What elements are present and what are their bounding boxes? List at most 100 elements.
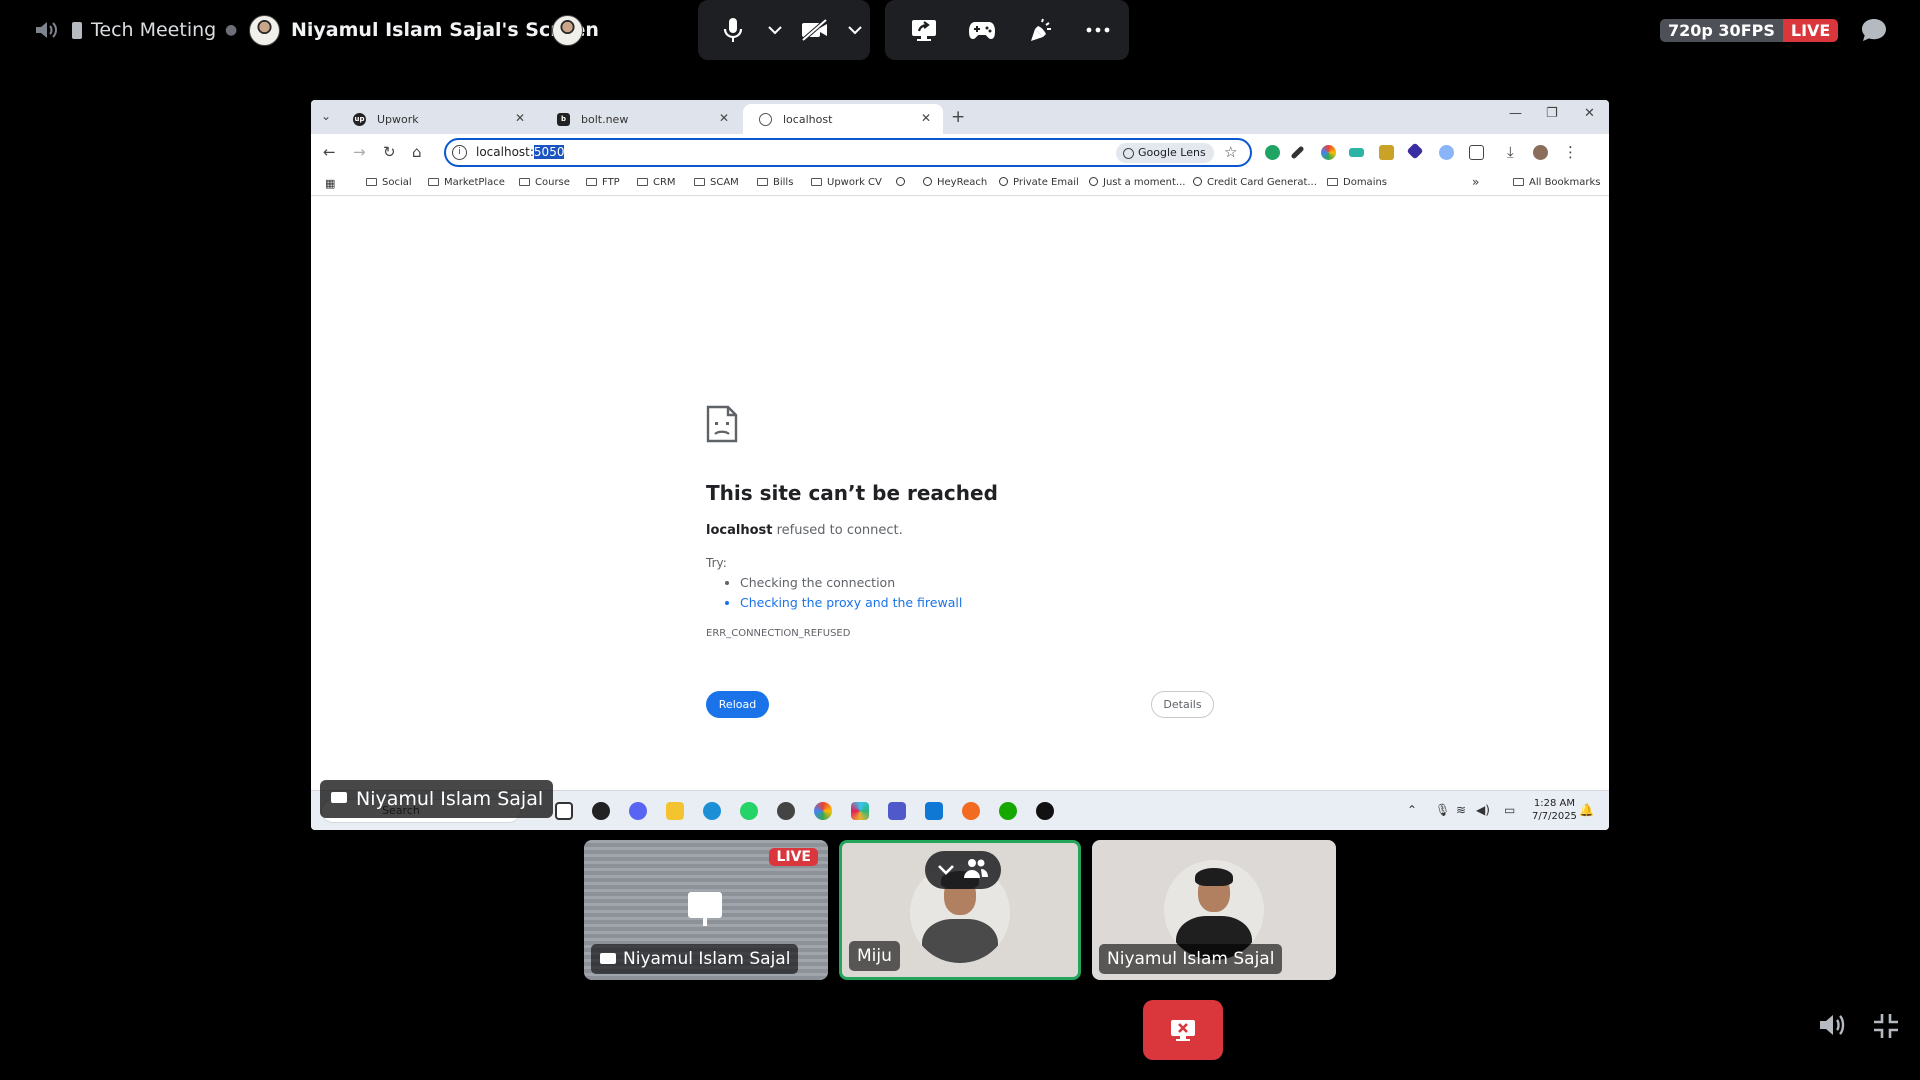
details-button[interactable]: Details <box>1151 691 1214 718</box>
tab-bolt[interactable]: b bolt.new ✕ <box>541 104 741 134</box>
app-green-icon[interactable] <box>999 802 1017 820</box>
tray-chevron-icon[interactable]: ⌃ <box>1407 803 1417 817</box>
url-text[interactable]: localhost:5050 <box>476 145 565 159</box>
chatgpt-icon[interactable] <box>777 802 795 820</box>
google-lens-button[interactable]: Google Lens <box>1116 143 1214 163</box>
restore-icon[interactable]: ❐ <box>1546 106 1558 121</box>
bookmark-crm[interactable]: CRM <box>637 177 676 188</box>
people-icon[interactable] <box>963 857 989 883</box>
app-icon-1[interactable] <box>592 802 610 820</box>
leave-call-button[interactable] <box>1143 1000 1223 1060</box>
participant-name: Niyamul Islam Sajal <box>623 949 791 969</box>
notification-bell-icon[interactable]: 🔔 <box>1579 803 1594 817</box>
output-volume-icon[interactable] <box>1818 1012 1848 1042</box>
minimize-icon[interactable]: — <box>1509 106 1522 121</box>
volume-tray-icon[interactable]: ◀) <box>1476 803 1490 817</box>
edge-icon[interactable] <box>703 802 721 820</box>
reload-button[interactable]: Reload <box>706 691 769 718</box>
microphone-button[interactable] <box>704 6 762 54</box>
viewer-avatar[interactable] <box>552 0 583 60</box>
address-bar[interactable]: i localhost:5050 Google Lens ☆ <box>444 138 1252 167</box>
bookmark-social[interactable]: Social <box>366 177 412 188</box>
bookmark-just-a-moment[interactable]: Just a moment... <box>1089 177 1185 188</box>
camera-off-icon <box>801 18 828 42</box>
bookmark-marketplace[interactable]: MarketPlace <box>428 177 505 188</box>
color-picker-icon[interactable] <box>1321 145 1336 160</box>
participant-tile-stream[interactable]: LIVE Niyamul Islam Sajal <box>584 840 828 980</box>
extensions-puzzle-icon[interactable] <box>1469 145 1484 160</box>
reload-icon[interactable]: ↻ <box>383 143 396 161</box>
user-avatar[interactable] <box>249 0 280 60</box>
bookmark-heyreach[interactable]: HeyReach <box>923 177 987 188</box>
forward-arrow-icon[interactable]: → <box>353 143 366 161</box>
eyedropper-icon[interactable] <box>1290 145 1305 160</box>
chat-bubble-icon[interactable] <box>1860 0 1888 60</box>
app-orange-icon[interactable] <box>962 802 980 820</box>
menu-kebab-icon[interactable]: ⋮ <box>1563 143 1578 161</box>
microphone-tray-icon[interactable]: 🎙 <box>1435 803 1450 817</box>
whatsapp-icon[interactable] <box>740 802 758 820</box>
participant-tile-miju[interactable]: Miju <box>839 840 1081 980</box>
voice-channel-speaker-icon[interactable] <box>34 0 58 60</box>
globe-icon <box>999 177 1008 186</box>
more-options-button[interactable] <box>1069 6 1127 54</box>
outlook-icon[interactable] <box>925 802 943 820</box>
teams-icon[interactable] <box>888 802 906 820</box>
tab-localhost[interactable]: localhost ✕ <box>743 104 943 134</box>
battery-icon[interactable]: ▭ <box>1504 803 1515 817</box>
tab-search-chevron-icon[interactable]: ⌄ <box>321 109 331 123</box>
new-tab-plus-icon[interactable]: + <box>951 107 965 127</box>
extension-blue-icon[interactable] <box>1439 145 1454 160</box>
extension-green-icon[interactable] <box>1265 145 1280 160</box>
tab-upwork[interactable]: up Upwork ✕ <box>337 104 537 134</box>
chevron-down-icon[interactable] <box>937 861 955 880</box>
wifi-icon[interactable]: ≋ <box>1456 803 1466 817</box>
camera-off-button[interactable] <box>788 6 842 54</box>
bookmark-upwork-cv[interactable]: Upwork CV <box>811 177 882 188</box>
participant-tile-niyamul[interactable]: Niyamul Islam Sajal <box>1092 840 1336 980</box>
bookmark-star-icon[interactable]: ☆ <box>1224 143 1237 161</box>
site-info-icon[interactable]: i <box>452 145 467 160</box>
file-explorer-icon[interactable] <box>666 802 684 820</box>
shared-screen-stream[interactable]: ⌄ up Upwork ✕ b bolt.new ✕ localhost ✕ +… <box>311 100 1609 830</box>
task-view-icon[interactable] <box>555 802 573 820</box>
discord-icon[interactable] <box>629 802 647 820</box>
bookmark-all[interactable]: All Bookmarks <box>1513 177 1600 188</box>
bookmark-label: HeyReach <box>937 177 988 188</box>
bookmark-scam[interactable]: SCAM <box>694 177 739 188</box>
profile-avatar-icon[interactable] <box>1533 145 1548 160</box>
soundboard-button[interactable] <box>1011 6 1069 54</box>
suggestion-link[interactable]: Checking the proxy and the firewall <box>740 595 962 610</box>
home-icon[interactable]: ⌂ <box>412 143 422 161</box>
close-icon[interactable]: ✕ <box>515 111 525 125</box>
back-arrow-icon[interactable]: ← <box>323 143 336 161</box>
clock-time: 1:28 AM <box>1533 798 1576 809</box>
more-bookmarks-chevron-icon[interactable]: » <box>1472 175 1479 189</box>
bookmark-ftp[interactable]: FTP <box>586 177 620 188</box>
bookmark-bills[interactable]: Bills <box>757 177 793 188</box>
bookmark-course[interactable]: Course <box>519 177 570 188</box>
mic-options-chevron-icon[interactable] <box>762 6 788 54</box>
extension-teal-icon[interactable] <box>1349 148 1364 157</box>
channel-name[interactable]: Tech Meeting <box>72 0 216 60</box>
close-window-icon[interactable]: ✕ <box>1584 106 1595 121</box>
close-icon[interactable]: ✕ <box>921 111 931 125</box>
exit-fullscreen-icon[interactable] <box>1872 1012 1900 1044</box>
slack-icon[interactable] <box>851 802 869 820</box>
activities-button[interactable] <box>953 6 1011 54</box>
bookmark-private-email[interactable]: Private Email <box>999 177 1079 188</box>
bookmark-globe[interactable] <box>896 177 910 188</box>
extension-note-icon[interactable] <box>1379 145 1394 160</box>
camera-options-chevron-icon[interactable] <box>842 6 868 54</box>
bookmark-credit-card[interactable]: Credit Card Generat... <box>1193 177 1317 188</box>
downloads-icon[interactable]: ⤓ <box>1507 143 1514 161</box>
extension-purple-icon[interactable] <box>1406 142 1424 160</box>
bookmark-domains[interactable]: Domains <box>1327 177 1387 188</box>
screen-share-button[interactable] <box>895 6 953 54</box>
upwork-taskbar-icon[interactable] <box>1036 802 1054 820</box>
apps-grid-icon[interactable]: ▦ <box>325 177 335 190</box>
folder-icon <box>811 178 822 186</box>
chrome-icon[interactable] <box>814 802 832 820</box>
system-clock[interactable]: 1:28 AM 7/7/2025 <box>1532 797 1577 823</box>
close-icon[interactable]: ✕ <box>719 111 729 125</box>
